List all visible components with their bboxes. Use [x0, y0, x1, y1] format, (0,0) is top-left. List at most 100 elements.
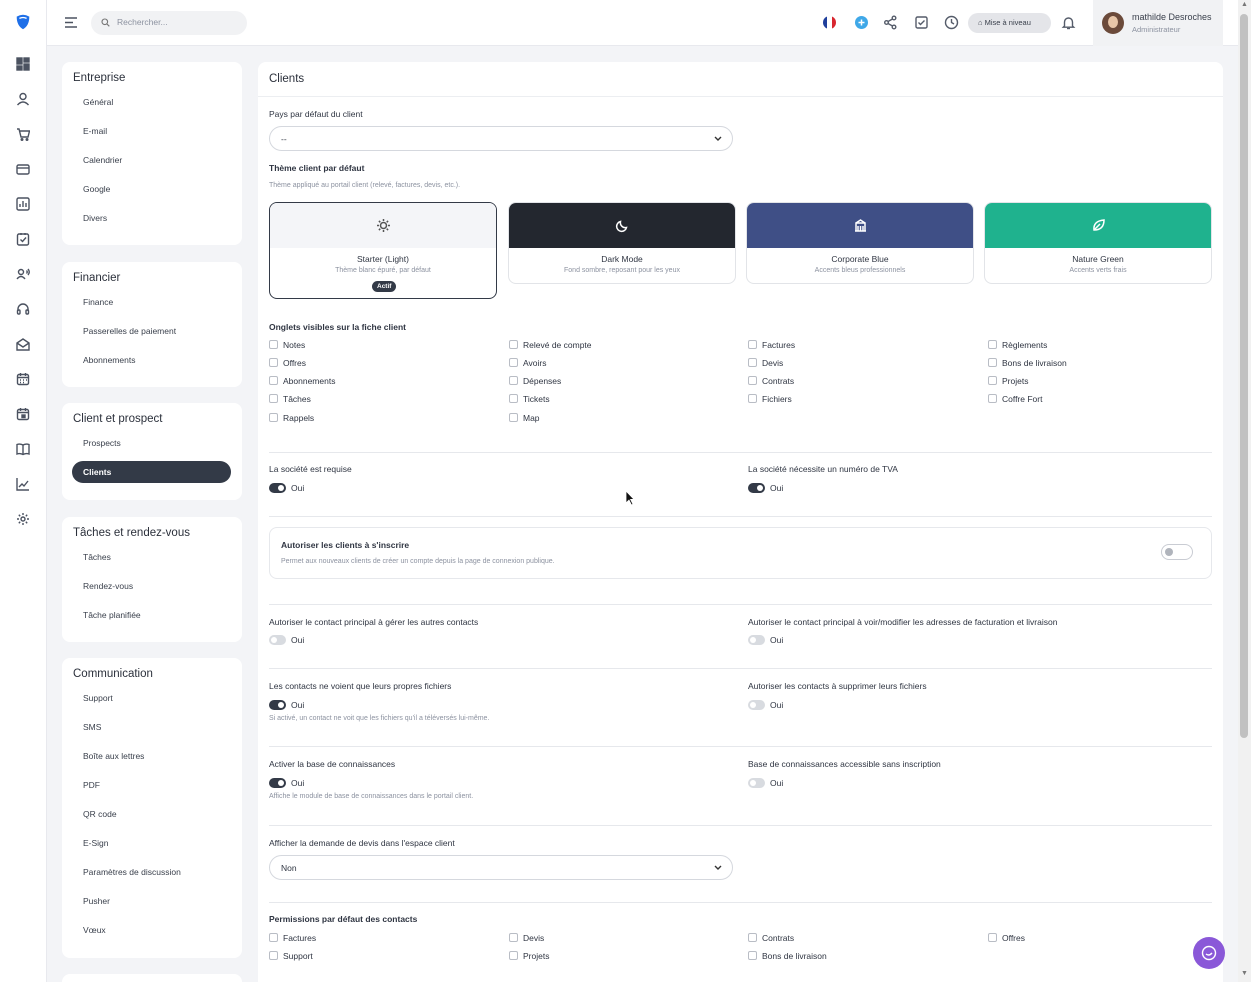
nav-item-abonnements[interactable]: Abonnements — [83, 355, 135, 365]
nav-item-e-sign[interactable]: E-Sign — [83, 838, 109, 848]
perm-checkbox[interactable]: Bons de livraison — [748, 951, 827, 961]
tab-checkbox[interactable]: Notes — [269, 340, 305, 350]
page-scrollbar[interactable]: ▲ ▼ — [1238, 0, 1251, 982]
nav-item-taches[interactable]: Tâches — [83, 552, 111, 562]
menu-toggle-icon[interactable] — [64, 16, 78, 29]
tab-checkbox[interactable]: Offres — [269, 358, 306, 368]
perm-checkbox[interactable]: Contrats — [748, 933, 794, 943]
tab-checkbox[interactable]: Tickets — [509, 394, 550, 404]
nav-item-calendrier[interactable]: Calendrier — [83, 155, 122, 165]
nav-item-boite-aux-lettres[interactable]: Boîte aux lettres — [83, 751, 144, 761]
tab-checkbox[interactable]: Map — [509, 413, 540, 423]
tab-checkbox[interactable]: Rappels — [269, 413, 314, 423]
perm-checkbox[interactable]: Factures — [269, 933, 316, 943]
kb-enable-hint: Affiche le module de base de connaissanc… — [269, 793, 474, 800]
nav-item-pdf[interactable]: PDF — [83, 780, 100, 790]
tab-checkbox[interactable]: Fichiers — [748, 394, 792, 404]
upgrade-label: Mise à niveau — [984, 18, 1031, 27]
theme-preview — [270, 203, 496, 248]
scroll-down-icon[interactable]: ▼ — [1241, 970, 1248, 977]
nav-item-general[interactable]: Général — [83, 97, 113, 107]
book-icon[interactable] — [16, 442, 30, 456]
signup-setting-card: Autoriser les clients à s'inscrire Perme… — [269, 527, 1212, 579]
scrollbar-thumb[interactable] — [1240, 14, 1248, 738]
title-divider — [258, 96, 1223, 97]
theme-hint: Thème appliqué au portail client (relevé… — [269, 182, 461, 189]
tab-checkbox[interactable]: Factures — [748, 340, 795, 350]
perm-checkbox[interactable]: Projets — [509, 951, 549, 961]
user-icon[interactable] — [16, 92, 30, 106]
task-check-icon[interactable] — [16, 232, 30, 246]
theme-desc: Fond sombre, reposant pour les yeux — [564, 267, 680, 274]
theme-desc: Accents bleus professionnels — [814, 267, 906, 274]
signup-toggle[interactable] — [1161, 544, 1193, 560]
chat-button[interactable] — [1193, 937, 1225, 969]
add-circle-icon[interactable] — [854, 15, 869, 30]
dashboard-icon[interactable] — [16, 57, 30, 71]
quote-select[interactable]: Non — [269, 855, 733, 880]
nav-item-support[interactable]: Support — [83, 693, 113, 703]
mail-open-icon[interactable] — [16, 337, 30, 351]
tab-checkbox[interactable]: Avoirs — [509, 358, 546, 368]
nav-item-tache-planifiee[interactable]: Tâche planifiée — [83, 610, 141, 620]
wallet-icon[interactable] — [16, 162, 30, 176]
nav-item-voeux[interactable]: Vœux — [83, 925, 106, 935]
nav-item-sms[interactable]: SMS — [83, 722, 101, 732]
theme-card-nature-green[interactable]: Nature Green Accents verts frais — [984, 202, 1212, 284]
nav-section-title: Client et prospect — [73, 413, 163, 425]
tab-checkbox[interactable]: Projets — [988, 376, 1028, 386]
nav-item-clients[interactable]: Clients — [72, 461, 231, 483]
tab-checkbox[interactable]: Abonnements — [269, 376, 335, 386]
report-icon[interactable] — [16, 197, 30, 211]
tab-checkbox[interactable]: Coffre Fort — [988, 394, 1042, 404]
nav-item-pusher[interactable]: Pusher — [83, 896, 110, 906]
nav-section-title: Communication — [73, 668, 153, 680]
theme-card-starter[interactable]: Starter (Light) Thème blanc épuré, par d… — [269, 202, 497, 299]
calendar-event-icon[interactable] — [16, 407, 30, 421]
perm-checkbox[interactable]: Offres — [988, 933, 1025, 943]
country-select[interactable]: -- — [269, 126, 733, 151]
share-icon[interactable] — [883, 15, 898, 30]
cart-icon[interactable] — [16, 127, 31, 141]
nav-item-prospects[interactable]: Prospects — [83, 438, 121, 448]
tab-checkbox[interactable]: Tâches — [269, 394, 311, 404]
tab-checkbox[interactable]: Dépenses — [509, 376, 561, 386]
nav-item-finance[interactable]: Finance — [83, 297, 113, 307]
settings-gear-icon[interactable] — [16, 512, 30, 526]
search-input[interactable]: Rechercher... — [91, 11, 247, 35]
tab-checkbox[interactable]: Règlements — [988, 340, 1047, 350]
calendar-icon[interactable] — [16, 372, 30, 386]
user-menu[interactable]: mathilde Desroches Administrateur — [1093, 0, 1223, 46]
nav-item-discussion[interactable]: Paramètres de discussion — [83, 867, 181, 877]
tab-checkbox[interactable]: Relevé de compte — [509, 340, 592, 350]
nav-item-qr-code[interactable]: QR code — [83, 809, 117, 819]
quote-value: Non — [281, 863, 297, 873]
contacts-icon[interactable] — [16, 267, 30, 281]
kb-enable-label: Activer la base de connaissances — [269, 759, 396, 769]
own-files-label: Les contacts ne voient que leurs propres… — [269, 681, 452, 691]
theme-card-corporate-blue[interactable]: Corporate Blue Accents bleus professionn… — [746, 202, 974, 284]
headset-icon[interactable] — [16, 302, 30, 316]
perm-checkbox[interactable]: Devis — [509, 933, 544, 943]
clock-icon[interactable] — [944, 15, 959, 30]
tab-checkbox[interactable]: Devis — [748, 358, 783, 368]
checkbox-icon[interactable] — [914, 15, 929, 30]
theme-preview — [509, 203, 735, 248]
tab-checkbox[interactable]: Bons de livraison — [988, 358, 1067, 368]
upgrade-button[interactable]: ⌂ Mise à niveau — [968, 13, 1051, 33]
nav-item-email[interactable]: E-mail — [83, 126, 107, 136]
nav-item-divers[interactable]: Divers — [83, 213, 107, 223]
scroll-up-icon[interactable]: ▲ — [1241, 1, 1248, 8]
perm-checkbox[interactable]: Support — [269, 951, 313, 961]
bell-icon[interactable] — [1061, 15, 1076, 30]
nav-item-google[interactable]: Google — [83, 184, 110, 194]
app-logo-icon[interactable] — [14, 13, 32, 31]
french-flag-icon[interactable] — [822, 15, 837, 30]
quote-label: Afficher la demande de devis dans l'espa… — [269, 838, 455, 848]
chart-line-icon[interactable] — [16, 477, 30, 491]
theme-card-dark[interactable]: Dark Mode Fond sombre, reposant pour les… — [508, 202, 736, 284]
company-required-label: La société est requise — [269, 464, 352, 474]
tab-checkbox[interactable]: Contrats — [748, 376, 794, 386]
nav-item-passerelles[interactable]: Passerelles de paiement — [83, 326, 176, 336]
nav-item-rendez-vous[interactable]: Rendez-vous — [83, 581, 133, 591]
